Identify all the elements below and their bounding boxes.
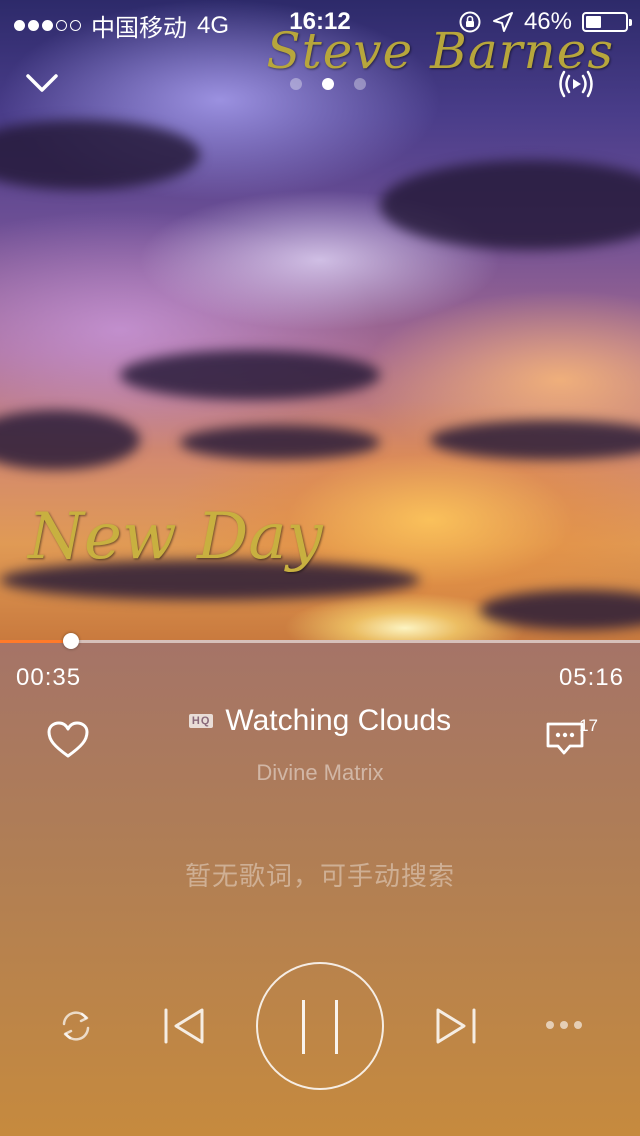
page-dot-active (322, 78, 334, 90)
comment-count: 17 (579, 716, 598, 735)
playback-progress-slider[interactable] (0, 633, 640, 649)
location-arrow-icon (492, 12, 513, 32)
battery-icon (582, 12, 632, 32)
pause-icon (335, 1000, 338, 1054)
page-dot (290, 78, 302, 90)
rotation-lock-icon (459, 11, 481, 33)
broadcast-icon[interactable] (558, 68, 594, 100)
pause-button[interactable] (256, 962, 384, 1090)
hq-badge: HQ (188, 714, 214, 728)
page-indicator (290, 78, 366, 90)
total-time: 05:16 (558, 664, 624, 691)
more-dots-icon[interactable] (542, 1012, 586, 1038)
current-time: 00:35 (16, 664, 82, 691)
battery-percent: 46% (523, 8, 572, 35)
status-bar: 中国移动 4G 16:12 46% (0, 0, 640, 42)
chevron-down-icon[interactable] (22, 64, 62, 104)
album-art-title-text: New Day (28, 500, 323, 574)
comments-button[interactable]: 17 (544, 716, 598, 764)
song-title: Watching Clouds (225, 704, 452, 737)
pause-icon (302, 1000, 305, 1054)
lyrics-empty-message[interactable]: 暂无歌词，可手动搜索 (0, 856, 640, 893)
next-track-icon[interactable] (432, 1004, 480, 1048)
progress-thumb[interactable] (63, 633, 80, 649)
repeat-icon[interactable] (56, 1006, 96, 1046)
previous-track-icon[interactable] (160, 1004, 208, 1048)
progress-fill (0, 640, 72, 643)
page-dot (354, 78, 366, 90)
album-art: Steve Barnes New Day (0, 0, 640, 640)
progress-track (0, 640, 640, 643)
